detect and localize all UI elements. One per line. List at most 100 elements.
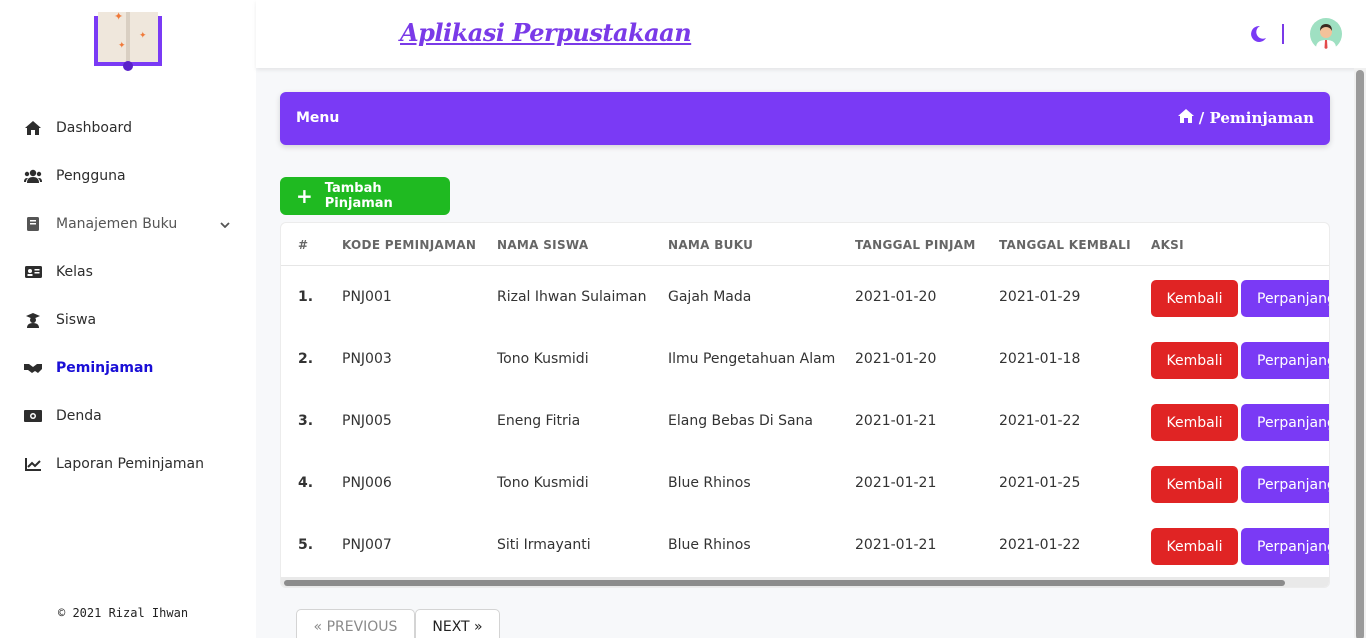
column-header-tanggal-pinjam: TANGGAL PINJAM — [855, 238, 976, 252]
sidebar-item-label: Manajemen Buku — [56, 216, 178, 232]
plus-icon: + — [296, 184, 313, 208]
return-button[interactable]: Kembali — [1151, 466, 1238, 503]
next-page-button[interactable]: NEXT » — [415, 609, 500, 638]
column-header-buku: NAMA BUKU — [668, 238, 754, 252]
sidebar: ✦ ✦ ✦ Dashboard Pengguna Manajemen Buku — [0, 0, 256, 638]
cell-tanggal-pinjam: 2021-01-21 — [855, 537, 937, 553]
row-number: 2. — [298, 351, 314, 367]
column-header-kode: KODE PEMINJAMAN — [342, 238, 477, 252]
sidebar-item-laporan-peminjaman[interactable]: Laporan Peminjaman — [0, 440, 256, 488]
loans-table: # KODE PEMINJAMAN NAMA SISWA NAMA BUKU T… — [280, 222, 1330, 588]
return-button[interactable]: Kembali — [1151, 404, 1238, 441]
cell-siswa: Eneng Fitria — [497, 413, 581, 429]
handshake-icon — [24, 359, 42, 377]
cell-tanggal-kembali: 2021-01-29 — [999, 289, 1081, 305]
sidebar-item-siswa[interactable]: Siswa — [0, 296, 256, 344]
add-loan-button-label: Tambah Pinjaman — [324, 181, 393, 211]
svg-text:✦: ✦ — [114, 10, 123, 23]
sidebar-item-peminjaman[interactable]: Peminjaman — [0, 344, 256, 392]
table-row: 2. PNJ003 Tono Kusmidi Ilmu Pengetahuan … — [281, 329, 1329, 391]
cell-tanggal-pinjam: 2021-01-21 — [855, 413, 937, 429]
row-number: 3. — [298, 413, 314, 429]
cell-tanggal-kembali: 2021-01-18 — [999, 351, 1081, 367]
cell-buku: Blue Rhinos — [668, 475, 751, 491]
app-title[interactable]: Aplikasi Perpustakaan — [400, 18, 692, 47]
extend-button[interactable]: Perpanjang — [1241, 404, 1329, 441]
scrollbar-thumb[interactable] — [284, 580, 1285, 586]
row-number: 4. — [298, 475, 314, 491]
return-button[interactable]: Kembali — [1151, 528, 1238, 565]
menu-banner: Menu / Peminjaman — [280, 92, 1330, 145]
extend-button[interactable]: Perpanjang — [1241, 528, 1329, 565]
cell-tanggal-kembali: 2021-01-22 — [999, 413, 1081, 429]
home-icon[interactable] — [1177, 109, 1194, 127]
breadcrumb: / Peminjaman — [1177, 109, 1314, 127]
add-loan-button[interactable]: + Tambah Pinjaman — [280, 177, 450, 215]
table-horizontal-scrollbar[interactable] — [281, 577, 1329, 587]
dark-mode-toggle-moon-icon[interactable] — [1248, 24, 1268, 44]
money-icon — [24, 407, 42, 425]
book-icon — [24, 215, 42, 233]
extend-button[interactable]: Perpanjang — [1241, 342, 1329, 379]
users-icon — [24, 167, 42, 185]
cell-kode: PNJ003 — [342, 351, 392, 367]
sidebar-nav: Dashboard Pengguna Manajemen Buku Kelas — [0, 104, 256, 488]
cell-tanggal-kembali: 2021-01-22 — [999, 537, 1081, 553]
home-icon — [24, 119, 42, 137]
column-header-tanggal-kembali: TANGGAL KEMBALI — [999, 238, 1131, 252]
cell-buku: Blue Rhinos — [668, 537, 751, 553]
row-number: 1. — [298, 289, 314, 305]
cell-buku: Gajah Mada — [668, 289, 752, 305]
row-number: 5. — [298, 537, 314, 553]
sidebar-item-label: Laporan Peminjaman — [56, 456, 205, 472]
top-bar: Aplikasi Perpustakaan — [256, 0, 1366, 68]
sidebar-item-label: Kelas — [56, 264, 93, 280]
sidebar-item-label: Siswa — [56, 312, 97, 328]
table-row: 5. PNJ007 Siti Irmayanti Blue Rhinos 202… — [281, 515, 1329, 577]
library-logo-icon[interactable]: ✦ ✦ ✦ — [92, 8, 164, 72]
chevron-down-icon[interactable] — [220, 218, 230, 231]
cell-siswa: Tono Kusmidi — [497, 351, 589, 367]
cell-buku: Elang Bebas Di Sana — [668, 413, 813, 429]
scrollbar-thumb[interactable] — [1356, 70, 1364, 638]
cell-siswa: Tono Kusmidi — [497, 475, 589, 491]
svg-text:✦: ✦ — [139, 31, 147, 41]
sidebar-item-denda[interactable]: Denda — [0, 392, 256, 440]
previous-page-button[interactable]: « PREVIOUS — [296, 609, 415, 638]
sidebar-item-label: Pengguna — [56, 168, 126, 184]
column-header-number: # — [298, 238, 309, 252]
cell-siswa: Rizal Ihwan Sulaiman — [497, 289, 647, 305]
column-header-aksi: AKSI — [1151, 238, 1184, 252]
sidebar-item-pengguna[interactable]: Pengguna — [0, 152, 256, 200]
cell-tanggal-pinjam: 2021-01-20 — [855, 289, 937, 305]
cell-tanggal-kembali: 2021-01-25 — [999, 475, 1081, 491]
graduate-icon — [24, 311, 42, 329]
return-button[interactable]: Kembali — [1151, 342, 1238, 379]
menu-label: Menu — [296, 110, 340, 126]
copyright-text: © 2021 Rizal Ihwan — [58, 606, 189, 620]
table-row: 1. PNJ001 Rizal Ihwan Sulaiman Gajah Mad… — [281, 267, 1329, 329]
page-vertical-scrollbar[interactable] — [1354, 68, 1366, 638]
return-button[interactable]: Kembali — [1151, 280, 1238, 317]
sidebar-item-label: Denda — [56, 408, 102, 424]
cell-tanggal-pinjam: 2021-01-20 — [855, 351, 937, 367]
extend-button[interactable]: Perpanjang — [1241, 466, 1329, 503]
sidebar-item-kelas[interactable]: Kelas — [0, 248, 256, 296]
table-row: 3. PNJ005 Eneng Fitria Elang Bebas Di Sa… — [281, 391, 1329, 453]
id-card-icon — [24, 263, 42, 281]
sidebar-item-manajemen-buku[interactable]: Manajemen Buku — [0, 200, 256, 248]
sidebar-item-dashboard[interactable]: Dashboard — [0, 104, 256, 152]
divider — [1282, 24, 1284, 44]
avatar[interactable] — [1310, 18, 1342, 50]
sidebar-item-label: Peminjaman — [56, 360, 154, 376]
table-header: # KODE PEMINJAMAN NAMA SISWA NAMA BUKU T… — [281, 223, 1329, 266]
cell-kode: PNJ005 — [342, 413, 392, 429]
chart-line-icon — [24, 455, 42, 473]
sidebar-item-label: Dashboard — [56, 120, 132, 136]
extend-button[interactable]: Perpanjang — [1241, 280, 1329, 317]
cell-siswa: Siti Irmayanti — [497, 537, 591, 553]
column-header-siswa: NAMA SISWA — [497, 238, 589, 252]
table-row: 4. PNJ006 Tono Kusmidi Blue Rhinos 2021-… — [281, 453, 1329, 515]
cell-buku: Ilmu Pengetahuan Alam — [668, 351, 836, 367]
cell-tanggal-pinjam: 2021-01-21 — [855, 475, 937, 491]
